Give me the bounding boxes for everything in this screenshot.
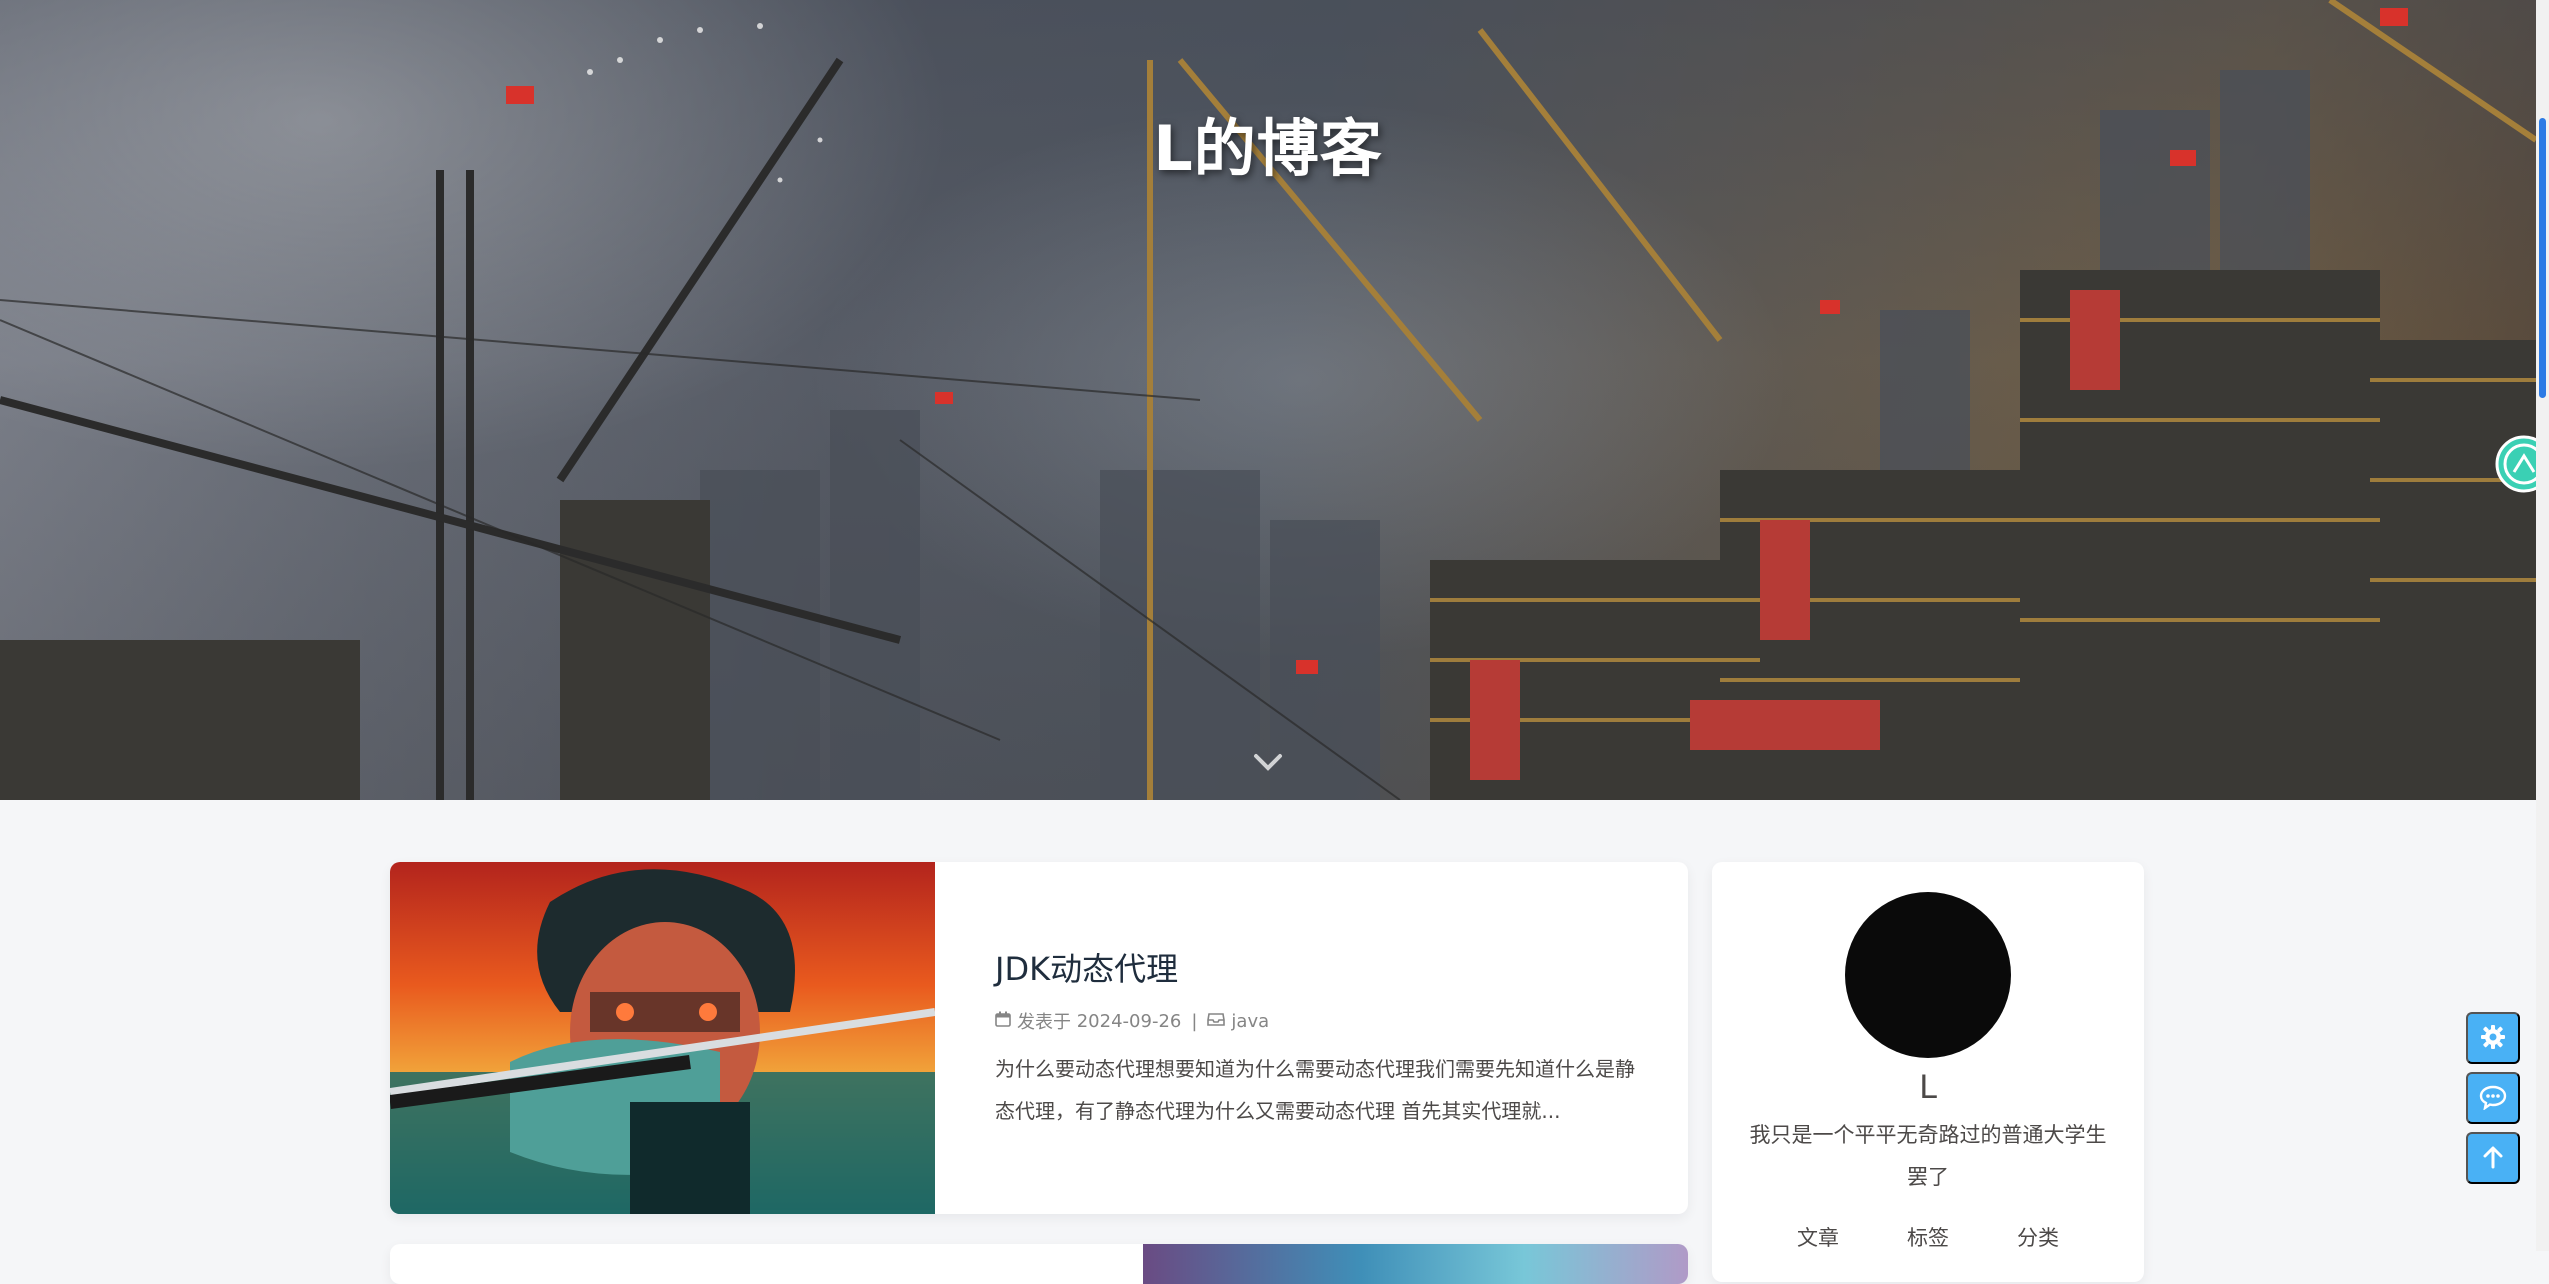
site-title: L的博客 [1153, 112, 1383, 185]
post-card [390, 1244, 1688, 1284]
post-meta: 发表于 2024-09-26 | java [995, 1008, 1269, 1034]
chevron-down-icon[interactable] [1250, 748, 1286, 778]
author-stats: 文章 标签 分类 [1712, 1222, 2144, 1252]
author-name: L [1919, 1068, 1937, 1106]
author-description: 我只是一个平平无奇路过的普通大学生罢了 [1749, 1123, 2107, 1189]
calendar-icon [995, 1011, 1011, 1032]
avatar [1845, 892, 2011, 1058]
scrollbar-thumb[interactable] [2539, 118, 2546, 398]
post-date: 2024-09-26 [1076, 1010, 1182, 1032]
comment-icon [2479, 1084, 2507, 1113]
post-card: JDK动态代理 发表于 2024-09-26 | java 为什么要动态代理想要… [390, 862, 1688, 1214]
stat-categories[interactable]: 分类 [2017, 1222, 2059, 1252]
page-scrollbar[interactable] [2536, 0, 2549, 1251]
gear-icon [2480, 1024, 2506, 1053]
comments-button[interactable] [2466, 1072, 2520, 1124]
post-meta-prefix: 发表于 [1017, 1012, 1071, 1033]
settings-button[interactable] [2466, 1012, 2520, 1064]
post-cover-image[interactable] [1143, 1244, 1688, 1284]
post-meta-separator: | [1191, 1010, 1198, 1032]
hero-banner: L的博客 [0, 0, 2536, 800]
back-to-top-button[interactable] [2466, 1132, 2520, 1184]
post-excerpt: 为什么要动态代理想要知道为什么需要动态代理我们需要先知道什么是静态代理，有了静态… [995, 1057, 1635, 1123]
post-cover-image[interactable] [390, 862, 935, 1214]
stat-articles[interactable]: 文章 [1797, 1222, 1839, 1252]
author-card: L 我只是一个平平无奇路过的普通大学生罢了 文章 标签 分类 [1712, 862, 2144, 1282]
stat-tags[interactable]: 标签 [1907, 1222, 1949, 1252]
post-category-link[interactable]: java [1231, 1011, 1269, 1032]
inbox-icon [1207, 1011, 1226, 1032]
post-title-link[interactable]: JDK动态代理 [995, 944, 1178, 990]
arrow-up-icon [2480, 1144, 2506, 1173]
